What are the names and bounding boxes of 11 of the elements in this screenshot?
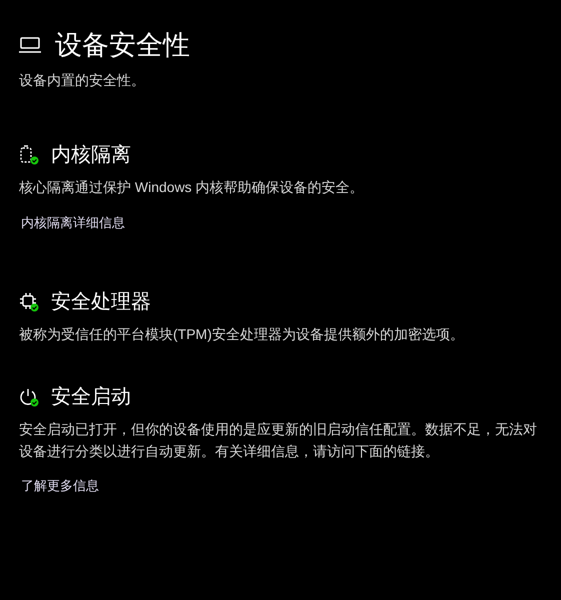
section-description: 安全启动已打开，但你的设备使用的是应更新的旧启动信任配置。数据不足，无法对设备进行分类以进行自动更新。有关详细信息，请访问下面的链接。 [19, 420, 537, 460]
section-title: 安全处理器 [51, 290, 151, 314]
details-link[interactable]: 了解更多信息 [21, 476, 99, 496]
page-title: 设备安全性 [55, 29, 190, 62]
section-title: 安全启动 [51, 385, 131, 410]
laptop-icon [19, 37, 41, 53]
section-description: 核心隔离通过保护 Windows 内核帮助确保设备的安全。 [19, 178, 365, 197]
details-link[interactable]: 内核隔离详细信息 [21, 212, 125, 232]
page-subtitle: 设备内置的安全性。 [19, 71, 146, 90]
section-title: 内核隔离 [51, 143, 131, 168]
section-description: 被称为受信任的平台模块(TPM)安全处理器为设备提供额外的加密选项。 [19, 324, 465, 344]
